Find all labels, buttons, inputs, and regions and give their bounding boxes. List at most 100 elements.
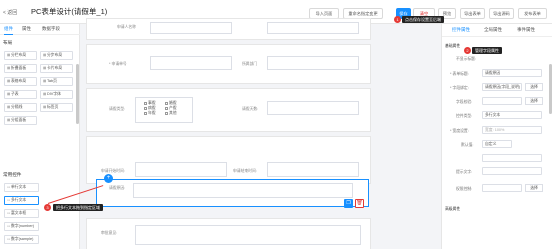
layout-item[interactable]: ▦折叠面板	[4, 64, 37, 73]
option-column: 婚假 产假 其他	[165, 101, 177, 116]
field-input[interactable]	[267, 162, 359, 177]
field-input[interactable]	[135, 225, 361, 245]
tab-global-properties[interactable]: 全局属性	[484, 27, 502, 33]
step-badge: 2	[464, 47, 471, 54]
back-link[interactable]: < 返回	[3, 9, 17, 16]
save-tooltip: 点击保存设置至后端	[402, 16, 444, 23]
copy-icon[interactable]: ❐	[344, 199, 353, 208]
tab-properties[interactable]: 属性	[22, 26, 31, 32]
prop-label: * 表单标题:	[450, 72, 469, 76]
section-title: 基础属性	[445, 44, 461, 48]
selected-textarea-field[interactable]: 请假原因:	[96, 179, 369, 207]
checkbox-icon	[144, 106, 147, 110]
layout-item[interactable]: ▦标签页	[40, 103, 73, 112]
layout-item[interactable]: ▦子表	[4, 90, 37, 99]
export-form-button[interactable]: 导出表单	[460, 8, 485, 19]
default-value-select[interactable]: 自定义	[482, 140, 512, 148]
drag-tooltip: 把多行文本拖到指定区域	[53, 204, 103, 211]
default-value-input[interactable]	[482, 154, 542, 162]
layout-item[interactable]: ▦分步布局	[40, 51, 73, 60]
section-title: 高级属性	[445, 207, 461, 211]
tab-data-fields[interactable]: 数据字段	[42, 26, 60, 32]
field-label: 审批意见:	[101, 231, 118, 235]
property-panel: 控件属性 全局属性 事件属性 基础属性 不显示标题: * 表单标题: 请假原因 …	[441, 24, 552, 249]
width-input[interactable]: 宽度: 100%	[482, 126, 542, 134]
component-item[interactable]: ▭单行文本	[4, 183, 39, 192]
checkbox-icon	[165, 106, 168, 110]
checkbox-icon	[165, 101, 168, 105]
field-label: 申请人名称	[117, 25, 136, 29]
prop-label: 默认值:	[461, 143, 474, 147]
field-label: 申请开始时间:	[101, 169, 125, 173]
permission-input[interactable]	[482, 184, 522, 192]
common-section-title: 常用控件	[3, 172, 22, 177]
field-input[interactable]	[267, 22, 359, 34]
page-title: PC表单设计(请假单_1)	[31, 7, 108, 16]
prop-label: * 字段绑定:	[450, 86, 469, 90]
component-item[interactable]: ▭数字(sample)	[4, 235, 39, 244]
prop-label: * 宽度设置:	[450, 129, 469, 133]
control-type-select[interactable]: 多行文本	[482, 111, 542, 119]
form-row: 申请人名称	[86, 18, 371, 40]
layout-item[interactable]: ▦分组面板	[4, 116, 37, 125]
field-input[interactable]	[267, 101, 359, 115]
component-item-multiline[interactable]: ▭多行文本	[4, 196, 39, 205]
field-input[interactable]	[150, 56, 232, 70]
field-input[interactable]	[150, 22, 232, 34]
prop-label: 控件类型:	[456, 114, 473, 118]
field-label: 申请结束时间:	[233, 169, 257, 173]
tab-control-properties[interactable]: 控件属性	[452, 27, 470, 33]
field-input[interactable]	[135, 162, 227, 177]
tab-components[interactable]: 组件	[4, 26, 13, 35]
field-tooltip: 管理字段属性	[472, 47, 502, 54]
tab-event-properties[interactable]: 事件属性	[517, 27, 535, 33]
option-column: 事假 病假 年假	[144, 101, 156, 116]
component-item[interactable]: ▭数字(number)	[4, 222, 39, 231]
field-binding-input[interactable]: 请假原因(字段_说明)	[482, 83, 522, 91]
checkbox-icon	[144, 111, 147, 115]
field-label: 请假天数:	[242, 107, 259, 111]
form-canvas: 申请人名称 * 申请单号 所属部门 请假类型: 事假 病假 年假 婚假 产假 其…	[80, 18, 380, 249]
export-source-button[interactable]: 导出源码	[489, 8, 514, 19]
layout-section-title: 布局	[3, 40, 13, 45]
divider	[442, 36, 552, 37]
layout-item[interactable]: ▦Tab页	[40, 77, 73, 86]
select-button[interactable]: 选择	[525, 184, 543, 192]
component-tabs: 组件 属性 数据字段	[0, 24, 80, 35]
prop-label: 不显示标题:	[456, 57, 477, 61]
option-item[interactable]: 其他	[165, 111, 177, 116]
step-badge: 3	[44, 204, 51, 211]
publish-button[interactable]: 发布表单	[518, 8, 547, 19]
field-label: 请假原因:	[109, 186, 126, 190]
delete-icon[interactable]: 🗑	[355, 199, 364, 208]
layout-item[interactable]: ▦表格布局	[4, 77, 37, 86]
field-label: 请假类型:	[109, 107, 126, 111]
layout-item[interactable]: ▦分隔线	[4, 103, 37, 112]
select-button[interactable]: 选择	[525, 97, 543, 105]
form-row: 请假类型: 事假 病假 年假 婚假 产假 其他 请假天数:	[86, 88, 371, 132]
component-item[interactable]: ▭富文本框	[4, 209, 39, 218]
textarea-input[interactable]	[133, 183, 353, 198]
layout-item[interactable]: ▦分栏布局	[4, 51, 37, 60]
canvas-gutter	[380, 24, 441, 249]
checkbox-icon	[144, 101, 147, 105]
validation-input[interactable]	[482, 97, 522, 105]
placeholder-input[interactable]	[482, 167, 542, 175]
layout-item[interactable]: ▦卡片布局	[40, 64, 73, 73]
field-label: * 申请单号	[109, 62, 127, 66]
prop-label: 权限控制:	[456, 187, 473, 191]
prop-label: 字段校验:	[456, 100, 473, 104]
option-item[interactable]: 年假	[144, 111, 156, 116]
add-icon[interactable]: +	[104, 174, 113, 183]
layout-item[interactable]: ▦DIV字体	[40, 90, 73, 99]
field-label: 所属部门	[242, 62, 258, 66]
step-badge: 1	[394, 16, 401, 23]
component-panel: 组件 属性 数据字段 布局 ▦分栏布局 ▦分步布局 ▦折叠面板 ▦卡片布局 ▦表…	[0, 24, 80, 249]
form-row: 申请开始时间: 申请结束时间:	[86, 136, 371, 184]
title-input[interactable]: 请假原因	[482, 69, 542, 77]
select-button[interactable]: 选择	[525, 83, 543, 91]
form-row: 审批意见:	[86, 218, 371, 249]
prop-label: 提示文字:	[456, 170, 473, 174]
field-input[interactable]	[267, 56, 359, 70]
left-scrollbar[interactable]	[76, 64, 79, 124]
